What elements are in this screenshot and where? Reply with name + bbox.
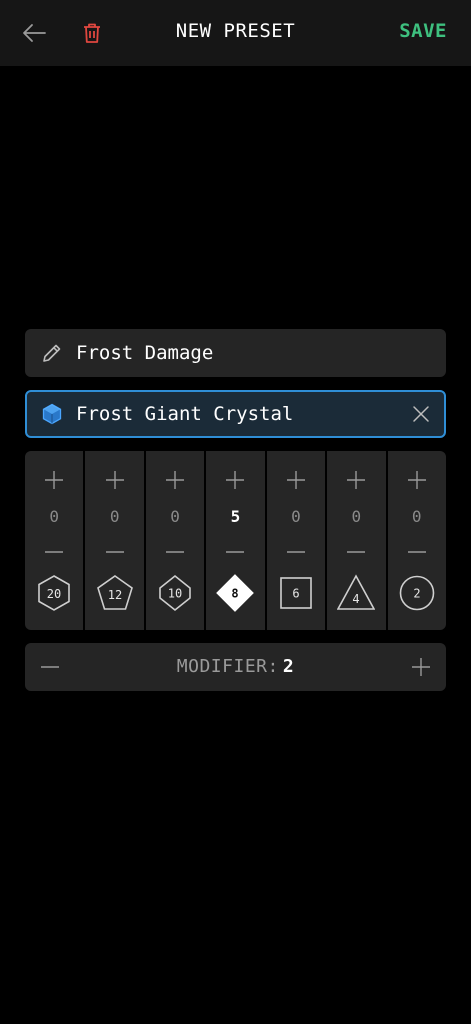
die-sides-label: 10	[168, 587, 182, 601]
preset-name-text: Frost Damage	[76, 342, 214, 364]
increment-d6-button[interactable]	[267, 465, 325, 495]
decrement-d12-button[interactable]	[85, 537, 143, 567]
die-count: 5	[230, 507, 241, 526]
increment-d20-button[interactable]	[25, 465, 83, 495]
save-button[interactable]: SAVE	[399, 20, 447, 42]
decrement-d20-button[interactable]	[25, 537, 83, 567]
clear-button[interactable]	[410, 403, 432, 425]
minus-icon	[407, 551, 426, 553]
preset-name-field[interactable]: Frost Damage	[25, 329, 446, 377]
die-sides-label: 4	[353, 592, 360, 606]
hexagon-die-icon: 20	[38, 575, 71, 611]
die-column-d20: 0 20	[25, 451, 84, 630]
increment-d10-button[interactable]	[146, 465, 204, 495]
die-count: 0	[291, 507, 301, 526]
plus-icon	[226, 471, 245, 489]
d12-die-button[interactable]: 12	[96, 574, 134, 612]
die-column-d6: 0 6	[266, 451, 326, 630]
modifier-display: MODIFIER: 2	[25, 656, 446, 677]
decrement-d8-button[interactable]	[206, 537, 264, 567]
pentagon-die-icon: 12	[96, 575, 133, 610]
die-count: 0	[170, 507, 180, 526]
close-icon	[413, 406, 429, 422]
die-count: 0	[411, 507, 422, 526]
increment-modifier-button[interactable]	[406, 652, 436, 682]
decrement-d2-button[interactable]	[388, 537, 446, 567]
triangle-die-icon: 4	[337, 574, 376, 610]
d6-die-button[interactable]: 6	[277, 574, 315, 612]
linked-item-text: Frost Giant Crystal	[76, 403, 294, 425]
plus-icon	[412, 658, 430, 676]
minus-icon	[105, 551, 124, 553]
die-sides-label: 12	[107, 588, 121, 602]
d4-die-button[interactable]: 4	[337, 574, 376, 612]
linked-item-field[interactable]: Frost Giant Crystal	[25, 390, 446, 438]
modifier-bar: MODIFIER: 2	[25, 643, 446, 691]
d10-die-button[interactable]: 10	[156, 574, 194, 612]
kite-die-icon: 10	[159, 574, 191, 612]
plus-icon	[286, 471, 305, 489]
modifier-value: 2	[282, 656, 295, 677]
increment-d12-button[interactable]	[85, 465, 143, 495]
decrement-d4-button[interactable]	[327, 537, 385, 567]
die-column-d4: 0 4	[327, 451, 386, 630]
minus-icon	[347, 551, 366, 553]
minus-icon	[166, 551, 185, 553]
d2-die-button[interactable]: 2	[398, 574, 436, 612]
increment-d2-button[interactable]	[388, 465, 446, 495]
die-column-d2: 0 2	[387, 451, 446, 630]
die-sides-label: 20	[47, 587, 61, 601]
minus-icon	[226, 551, 245, 553]
minus-icon	[45, 551, 64, 553]
die-sides-label: 6	[292, 587, 299, 601]
decrement-d6-button[interactable]	[267, 537, 325, 567]
die-count: 0	[49, 507, 60, 526]
hexagon-gem-icon	[40, 402, 64, 426]
plus-icon	[166, 471, 185, 489]
dice-grid: 0 20 0 12 0 10 5 8 0 6 0 4 0 2	[25, 451, 446, 630]
increment-d8-button[interactable]	[206, 465, 264, 495]
die-count: 0	[109, 507, 120, 526]
decrement-d10-button[interactable]	[146, 537, 204, 567]
die-column-d8: 5 8	[206, 451, 265, 630]
d8-die-button[interactable]: 8	[216, 574, 255, 612]
die-column-d10: 0 10	[145, 451, 205, 630]
plus-icon	[105, 471, 124, 489]
plus-icon	[45, 471, 64, 489]
modifier-label: MODIFIER:	[176, 656, 279, 677]
minus-icon	[286, 551, 305, 553]
plus-icon	[407, 471, 426, 489]
d20-die-button[interactable]: 20	[35, 574, 73, 612]
die-sides-label: 8	[232, 587, 239, 601]
plus-icon	[347, 471, 366, 489]
die-column-d12: 0 12	[85, 451, 144, 630]
increment-d4-button[interactable]	[327, 465, 385, 495]
square-die-icon: 6	[280, 577, 312, 609]
die-count: 0	[351, 507, 362, 526]
die-sides-label: 2	[413, 587, 420, 601]
pencil-icon	[40, 341, 64, 365]
circle-die-icon: 2	[399, 575, 435, 611]
top-app-bar: NEW PRESET SAVE	[0, 0, 471, 66]
diamond-die-icon: 8	[216, 574, 255, 612]
